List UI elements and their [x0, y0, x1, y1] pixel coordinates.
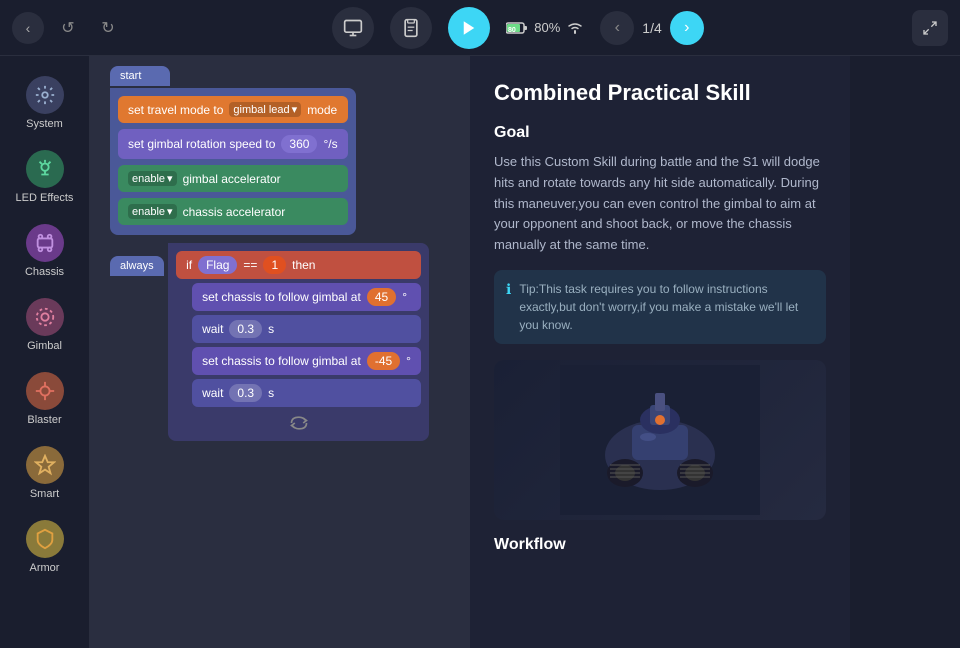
gimbal-accel-block[interactable]: enable ▾ gimbal accelerator [118, 165, 348, 192]
rotation-speed-value[interactable]: 360 [281, 135, 317, 153]
robot-svg [560, 365, 760, 515]
sidebar-item-armor[interactable]: Armor [0, 510, 89, 584]
sidebar-label-chassis: Chassis [25, 266, 64, 278]
workflow-section-title: Workflow [494, 536, 826, 554]
angle-neg45-value[interactable]: -45 [367, 352, 400, 370]
sidebar-item-smart[interactable]: Smart [0, 436, 89, 510]
redo-button[interactable]: ↻ [92, 12, 124, 44]
sidebar-label-system: System [26, 118, 63, 130]
sidebar-label-gimbal: Gimbal [27, 340, 62, 352]
topbar-right [912, 10, 948, 46]
loop-icon [176, 413, 421, 433]
enable-dropdown-2[interactable]: enable ▾ [128, 204, 177, 219]
svg-text:80: 80 [508, 27, 516, 34]
led-icon [26, 150, 64, 188]
fullscreen-icon [922, 20, 938, 36]
right-panel: Combined Practical Skill Goal Use this C… [470, 56, 850, 648]
nav-prev-button[interactable]: ‹ [600, 11, 634, 45]
battery-wifi-status: 80 80% [506, 20, 584, 35]
battery-pct: 80% [534, 20, 560, 35]
topbar-left: ‹ ↺ ↻ [12, 12, 124, 44]
wait1-value[interactable]: 0.3 [229, 320, 262, 338]
tip-icon: ℹ [506, 281, 511, 298]
blaster-icon [26, 372, 64, 410]
sidebar-label-led: LED Effects [16, 192, 74, 204]
armor-icon [26, 520, 64, 558]
blocks-canvas[interactable]: start set travel mode to gimbal lead ▾ m… [90, 56, 470, 648]
robot-image [494, 360, 826, 520]
clipboard-icon [401, 18, 421, 38]
goal-text: Use this Custom Skill during battle and … [494, 152, 826, 256]
nav-arrows: ‹ 1/4 › [600, 11, 703, 45]
sidebar-label-smart: Smart [30, 488, 59, 500]
topbar: ‹ ↺ ↻ [0, 0, 960, 56]
smart-icon [26, 446, 64, 484]
topbar-center: 80 80% ‹ 1/4 › [124, 7, 912, 49]
flag-value[interactable]: Flag [198, 256, 237, 274]
travel-mode-label: set travel mode to [128, 103, 223, 117]
sidebar-item-gimbal[interactable]: Gimbal [0, 288, 89, 362]
monitor-icon [343, 18, 363, 38]
panel-title: Combined Practical Skill [494, 80, 826, 106]
wifi-icon [566, 21, 584, 35]
undo-button[interactable]: ↺ [52, 12, 84, 44]
wait-2-block[interactable]: wait 0.3 s [192, 379, 421, 407]
back-button[interactable]: ‹ [12, 12, 44, 44]
sidebar-item-system[interactable]: System [0, 66, 89, 140]
chassis-icon [26, 224, 64, 262]
monitor-button[interactable] [332, 7, 374, 49]
tip-text: Tip:This task requires you to follow ins… [519, 280, 814, 334]
gimbal-icon [26, 298, 64, 336]
clipboard-button[interactable] [390, 7, 432, 49]
nav-next-button[interactable]: › [670, 11, 704, 45]
chassis-accel-block[interactable]: enable ▾ chassis accelerator [118, 198, 348, 225]
fullscreen-button[interactable] [912, 10, 948, 46]
main-area: System LED Effects [0, 56, 960, 648]
sidebar-label-armor: Armor [30, 562, 60, 574]
chassis-follow-neg45-block[interactable]: set chassis to follow gimbal at -45 ° [192, 347, 421, 375]
sidebar-label-blaster: Blaster [27, 414, 61, 426]
wait2-value[interactable]: 0.3 [229, 384, 262, 402]
if-block[interactable]: if Flag == 1 then [176, 251, 421, 279]
nav-page: 1/4 [642, 20, 661, 36]
wait-1-block[interactable]: wait 0.3 s [192, 315, 421, 343]
tip-box: ℹ Tip:This task requires you to follow i… [494, 270, 826, 344]
play-button[interactable] [448, 7, 490, 49]
always-label: always [110, 256, 164, 276]
gimbal-rotation-block[interactable]: set gimbal rotation speed to 360 °/s [118, 129, 348, 159]
sidebar: System LED Effects [0, 56, 90, 648]
travel-mode-block[interactable]: set travel mode to gimbal lead ▾ mode [118, 96, 348, 123]
enable-dropdown-1[interactable]: enable ▾ [128, 171, 177, 186]
angle-45-value[interactable]: 45 [367, 288, 396, 306]
sidebar-item-chassis[interactable]: Chassis [0, 214, 89, 288]
chassis-follow-45-block[interactable]: set chassis to follow gimbal at 45 ° [192, 283, 421, 311]
sidebar-item-led-effects[interactable]: LED Effects [0, 140, 89, 214]
eq-value[interactable]: 1 [263, 256, 286, 274]
blocks-container: start set travel mode to gimbal lead ▾ m… [110, 66, 429, 441]
play-icon [460, 19, 478, 37]
battery-icon: 80 [506, 21, 528, 35]
sidebar-item-blaster[interactable]: Blaster [0, 362, 89, 436]
system-icon [26, 76, 64, 114]
goal-section-title: Goal [494, 124, 826, 142]
start-block[interactable]: start [110, 66, 170, 86]
gimbal-lead-dropdown[interactable]: gimbal lead ▾ [229, 102, 301, 117]
